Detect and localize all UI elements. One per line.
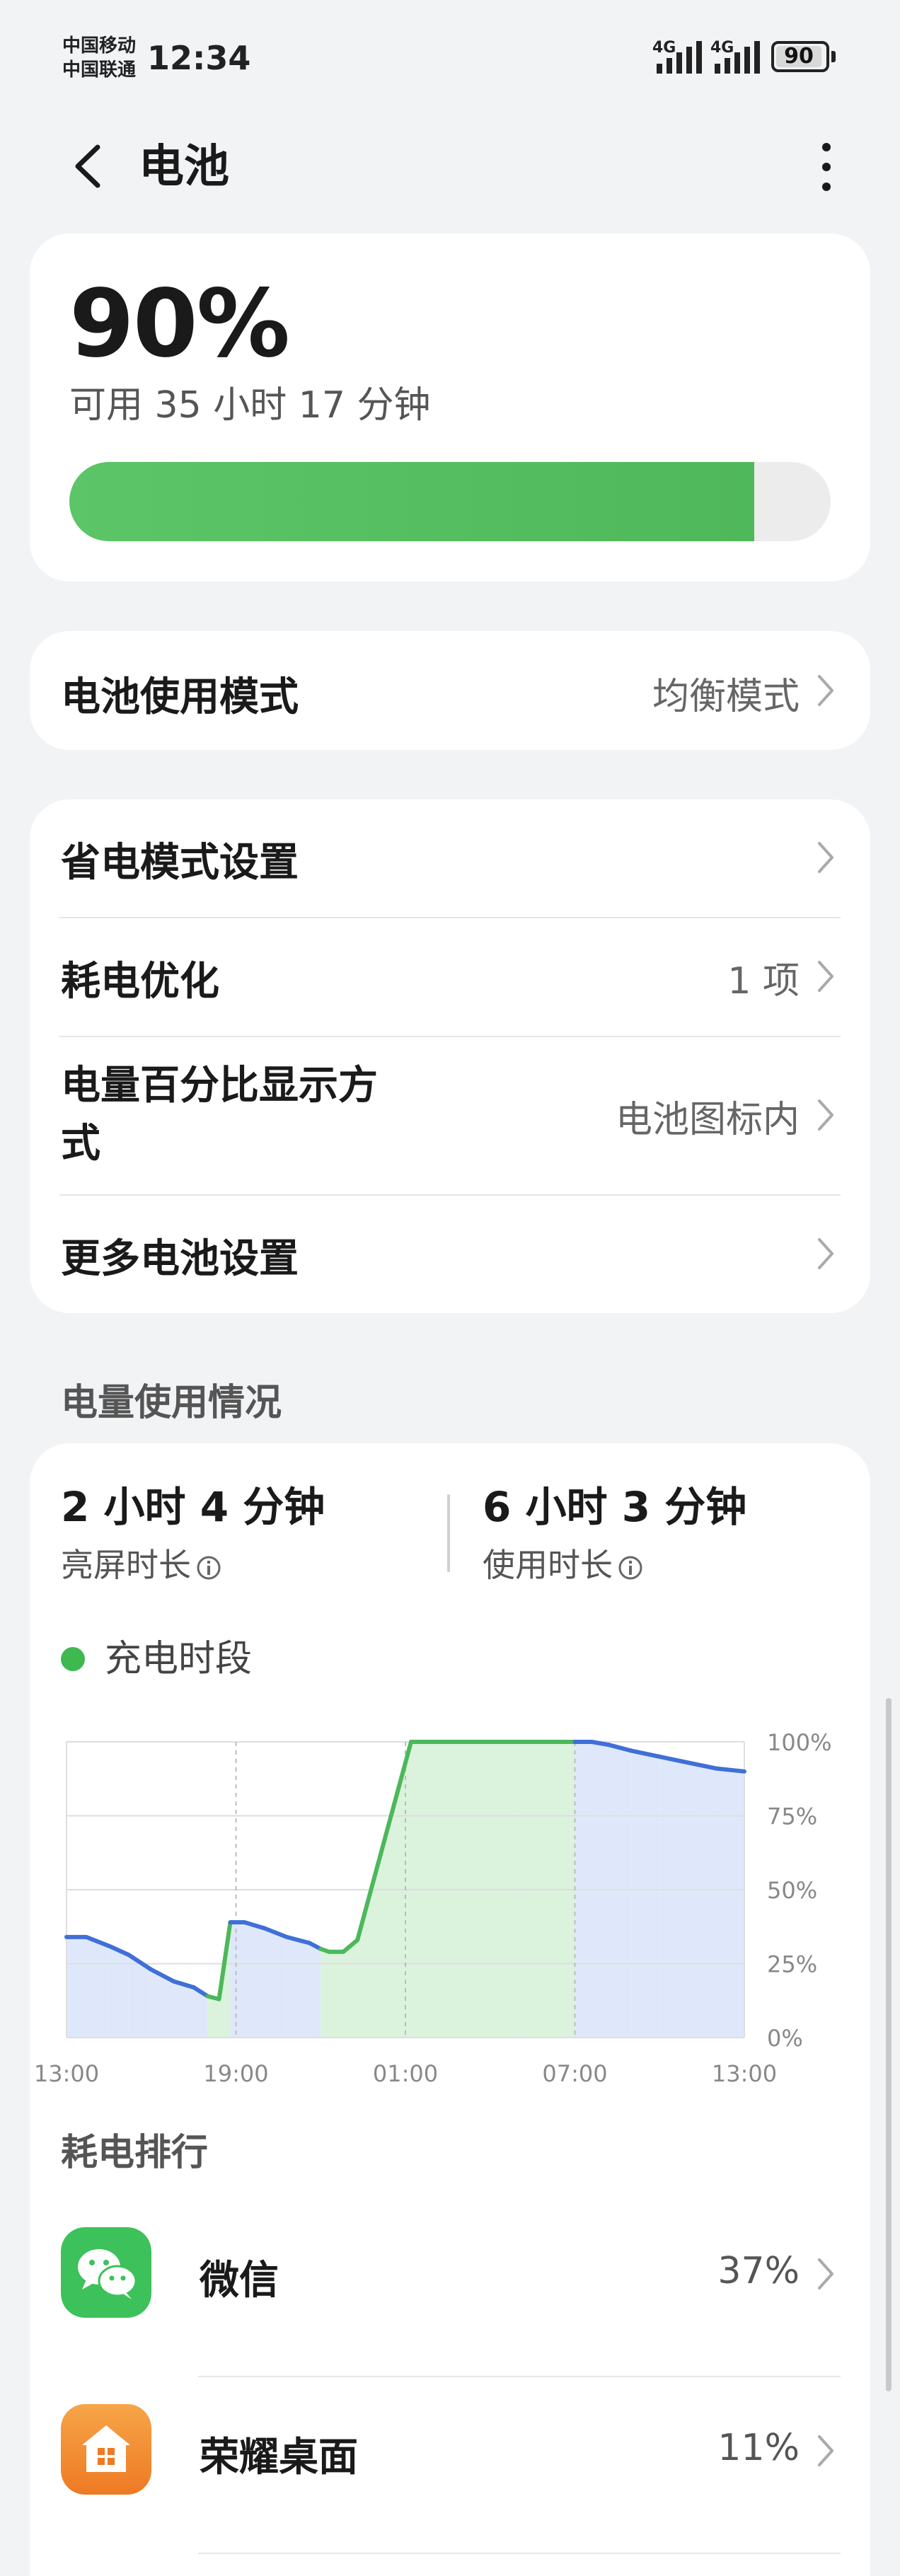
- screen-on-time-label-text: 亮屏时长: [61, 1546, 191, 1584]
- divider: [198, 2376, 841, 2377]
- chart-area-segment: [309, 1943, 321, 2038]
- info-icon: [197, 1556, 221, 1579]
- usage-card: 2 小时 4 分钟 亮屏时长 6 小时 3 分钟 使用时长 充电时段 100% 7…: [30, 1443, 870, 2576]
- carrier-1: 中国移动: [62, 35, 137, 57]
- chart-area-segment: [631, 1750, 660, 2038]
- chart-x-tick-label: 01:00: [373, 2060, 438, 2087]
- usage-time: 6 小时 3 分钟: [483, 1483, 747, 1531]
- stat-separator: [447, 1494, 450, 1572]
- chart-x-tick-label: 13:00: [712, 2060, 777, 2087]
- chart-area-segment: [244, 1922, 265, 2038]
- status-battery-cap: [831, 51, 836, 62]
- home-launcher-icon: [61, 2404, 151, 2495]
- app-usage-percent: 37%: [717, 2250, 800, 2292]
- power-optimization-label: 耗电优化: [61, 959, 219, 1005]
- chart-x-tick-label: 13:00: [34, 2060, 99, 2087]
- power-saving-settings-label: 省电模式设置: [61, 840, 299, 886]
- battery-mode-row[interactable]: 电池使用模式 均衡模式: [30, 631, 870, 750]
- status-battery-level: 90: [784, 44, 814, 69]
- app-row-wechat[interactable]: 微信 37%: [30, 2214, 870, 2335]
- app-name: 荣耀桌面: [200, 2435, 358, 2480]
- power-optimization-value: 1 项: [727, 960, 800, 1003]
- chart-area-segment: [230, 1922, 245, 2038]
- percentage-display-label-line2: 式: [61, 1121, 100, 1167]
- screen-on-time: 2 小时 4 分钟: [61, 1483, 325, 1531]
- signal-icon: 4G: [652, 39, 702, 74]
- chart-area-segment: [173, 1981, 194, 2038]
- chart-area-segment: [207, 1996, 219, 2038]
- charging-legend-dot: [61, 1647, 85, 1671]
- chevron-right-icon: [818, 1238, 833, 1269]
- battery-level-bar: [69, 462, 831, 541]
- percentage-display-label: 电量百分比显示方 式: [61, 1057, 378, 1173]
- carrier-names: 中国移动 中国联通: [62, 34, 136, 82]
- chart-area-segment: [108, 1946, 129, 2038]
- more-battery-settings-label: 更多电池设置: [61, 1236, 299, 1282]
- info-icon: [618, 1556, 642, 1579]
- chart-area-segment: [688, 1762, 717, 2038]
- app-usage-percent: 11%: [717, 2427, 800, 2469]
- status-battery-icon: 90: [771, 41, 829, 72]
- more-battery-settings-row[interactable]: 更多电池设置: [30, 1196, 870, 1313]
- battery-level-fill: [69, 462, 755, 541]
- page-title: 电池: [139, 141, 229, 193]
- scrollbar[interactable]: [886, 1698, 892, 2391]
- battery-mode-value: 均衡模式: [652, 676, 800, 718]
- app-row-launcher[interactable]: 荣耀桌面 11%: [30, 2391, 870, 2512]
- status-bar: 中国移动 中国联通 12:34 4G 4G 90: [0, 0, 900, 113]
- chart-area-segment: [659, 1756, 688, 2038]
- battery-level-chart[interactable]: 100% 75% 50% 25% 0% 13:00 19:00 01:00 07:00 13:00: [30, 1705, 870, 2101]
- usage-time-label-text: 使用时长: [483, 1546, 613, 1584]
- chart-line-segment: [589, 1740, 611, 1748]
- battery-percent: 90%: [69, 270, 290, 379]
- chart-area-segment: [608, 1745, 632, 2038]
- chart-area-segment: [343, 1940, 358, 2038]
- chart-y-tick-label: 50%: [767, 1877, 817, 1904]
- battery-mode-label: 电池使用模式: [61, 674, 299, 720]
- chart-y-tick-label: 25%: [767, 1951, 817, 1978]
- chevron-right-icon: [818, 675, 833, 706]
- power-optimization-row[interactable]: 耗电优化 1 项: [30, 918, 870, 1036]
- screen-on-time-label[interactable]: 亮屏时长: [61, 1544, 222, 1586]
- carrier-2: 中国联通: [62, 59, 137, 81]
- chevron-right-icon: [818, 1099, 833, 1131]
- chart-area-segment: [86, 1936, 109, 2038]
- chart-line-segment: [714, 1766, 746, 1774]
- chart-x-tick-label: 19:00: [203, 2060, 268, 2087]
- percentage-display-label-line1: 电量百分比显示方: [61, 1063, 378, 1109]
- more-vertical-icon[interactable]: [814, 139, 839, 195]
- chevron-left-icon[interactable]: [68, 141, 110, 191]
- app-name: 微信: [200, 2258, 279, 2304]
- chart-area-segment: [716, 1768, 744, 2038]
- chart-area-segment: [329, 1951, 344, 2038]
- chart-x-tick-label: 07:00: [542, 2060, 607, 2087]
- chart-area-segment: [67, 1936, 86, 2038]
- svg-text:4G: 4G: [710, 39, 734, 57]
- divider: [198, 2553, 841, 2554]
- chart-area-segment: [287, 1936, 310, 2038]
- power-saving-settings-row[interactable]: 省电模式设置: [30, 799, 870, 917]
- charging-legend-label: 充电时段: [105, 1638, 253, 1680]
- chevron-right-icon: [818, 2258, 833, 2289]
- chart-y-tick-label: 0%: [767, 2025, 803, 2052]
- chart-area-segment: [264, 1928, 287, 2038]
- chart-y-tick-label: 100%: [767, 1729, 831, 1756]
- chevron-right-icon: [818, 842, 833, 873]
- battery-remaining: 可用 35 小时 17 分钟: [69, 384, 431, 427]
- chart-y-tick-label: 75%: [767, 1803, 817, 1830]
- percentage-display-row[interactable]: 电量百分比显示方 式 电池图标内: [30, 1037, 870, 1194]
- wechat-icon: [61, 2227, 151, 2318]
- svg-text:4G: 4G: [652, 39, 676, 57]
- status-clock: 12:34: [147, 39, 251, 77]
- ranking-title: 耗电排行: [61, 2132, 209, 2174]
- chevron-right-icon: [818, 961, 833, 992]
- usage-section-title: 电量使用情况: [61, 1382, 282, 1424]
- chevron-right-icon: [818, 2435, 833, 2466]
- settings-card: 省电模式设置 耗电优化 1 项 电量百分比显示方 式 电池图标内 更多电池设置: [30, 799, 870, 1313]
- battery-summary-card: 90% 可用 35 小时 17 分钟: [30, 233, 870, 582]
- usage-time-label[interactable]: 使用时长: [483, 1544, 644, 1586]
- percentage-display-value: 电池图标内: [615, 1099, 800, 1141]
- signal-icon-2: 4G: [710, 39, 760, 74]
- chart-area-segment: [321, 1948, 330, 2038]
